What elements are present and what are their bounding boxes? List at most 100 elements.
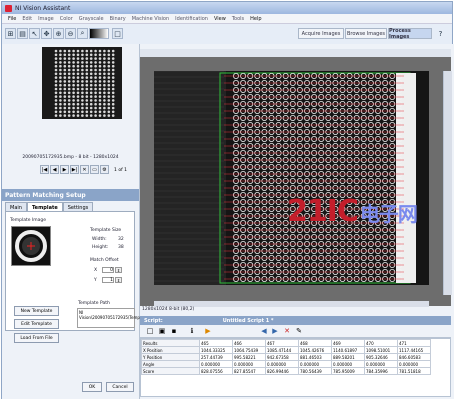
thumbnail-dot bbox=[107, 61, 111, 64]
offset-x-stepper[interactable]: ⇕ bbox=[115, 267, 122, 273]
thumbnail-dot bbox=[67, 49, 71, 53]
main-toolbar: ⊞ ▤ ↖ ✥ ⊕ ⊖ ⌕ □ Acquire Images Browse Im… bbox=[2, 24, 452, 45]
width-value: 32 bbox=[118, 237, 124, 242]
image-navigation: |◀ ◀ ▶ ▶| ✕ ▭ ⚙ bbox=[40, 165, 109, 174]
info-icon[interactable]: ℹ bbox=[188, 327, 196, 335]
thumbnail-dot bbox=[111, 61, 115, 64]
menu-identification[interactable]: Identification bbox=[175, 16, 208, 22]
mode-browse-images[interactable]: Browse Images bbox=[345, 28, 387, 39]
thumbnail-dot bbox=[94, 61, 97, 64]
vertical-scrollbar[interactable] bbox=[443, 71, 452, 295]
run-script-icon[interactable]: ▶ bbox=[204, 327, 212, 335]
open-icon[interactable]: ▤ bbox=[17, 28, 28, 39]
thumbnail-dot bbox=[98, 83, 102, 87]
thumbnail-dot bbox=[81, 91, 84, 95]
thumbnail-dot bbox=[94, 114, 97, 117]
window-icon[interactable]: □ bbox=[112, 28, 123, 39]
thumbnail-dot bbox=[98, 102, 102, 106]
zoom-out-icon[interactable]: ⊖ bbox=[65, 28, 76, 39]
thumbnail-dot bbox=[54, 64, 58, 68]
save-script-icon[interactable]: ▪ bbox=[170, 327, 178, 335]
zoom-fit-icon[interactable]: ⌕ bbox=[77, 28, 88, 39]
thumbnail-dot bbox=[85, 76, 89, 79]
thumbnail-dot bbox=[85, 114, 89, 117]
palette-icon[interactable] bbox=[89, 28, 109, 39]
thumbnail-dot bbox=[72, 64, 75, 68]
menu-color[interactable]: Color bbox=[60, 16, 73, 22]
thumbnail-dot bbox=[94, 110, 97, 114]
acquire-icon[interactable]: ⊞ bbox=[5, 28, 16, 39]
thumbnail-dot bbox=[59, 76, 62, 79]
table-cell: 881.46503 bbox=[298, 353, 332, 361]
load-from-file-button[interactable]: Load From File bbox=[14, 333, 59, 343]
delete-step-icon[interactable]: ✕ bbox=[283, 327, 291, 335]
menu-view[interactable]: View bbox=[214, 16, 226, 22]
menu-tools[interactable]: Tools bbox=[232, 16, 244, 22]
offset-y-field[interactable]: 1 bbox=[102, 277, 114, 283]
menu-help[interactable]: Help bbox=[250, 16, 261, 22]
template-size-label: Template Size bbox=[90, 228, 122, 233]
thumbnail-dot bbox=[85, 91, 89, 95]
thumbnail-dot bbox=[63, 57, 67, 60]
zoom-in-icon[interactable]: ⊕ bbox=[53, 28, 64, 39]
thumbnail-dot bbox=[76, 53, 80, 57]
page-number[interactable]: 1 bbox=[114, 168, 117, 173]
edit-step-icon[interactable]: ✎ bbox=[295, 327, 303, 335]
move-right-icon[interactable]: ▶ bbox=[271, 327, 279, 335]
first-image-button[interactable]: |◀ bbox=[40, 165, 49, 174]
cancel-button[interactable]: Cancel bbox=[106, 382, 134, 392]
new-script-icon[interactable]: □ bbox=[146, 327, 154, 335]
thumbnail-dot bbox=[72, 95, 75, 98]
image-settings-button[interactable]: ⚙ bbox=[100, 165, 109, 174]
thumbnail-dot bbox=[54, 87, 58, 91]
thumbnail-dot bbox=[67, 99, 71, 102]
thumbnail-dot bbox=[89, 91, 93, 95]
inspection-image[interactable] bbox=[154, 71, 429, 285]
new-template-button[interactable]: New Template bbox=[14, 306, 59, 316]
close-image-button[interactable]: ▭ bbox=[90, 165, 99, 174]
menu-machine-vision[interactable]: Machine Vision bbox=[132, 16, 169, 22]
thumbnail-dot bbox=[98, 95, 102, 98]
menu-file[interactable]: File bbox=[8, 16, 16, 22]
thumbnail-dot bbox=[94, 64, 97, 68]
help-icon[interactable]: ? bbox=[435, 28, 446, 39]
thumbnail-dot bbox=[63, 83, 67, 87]
menu-image[interactable]: Image bbox=[38, 16, 54, 22]
thumbnail-dots bbox=[42, 47, 122, 119]
offset-y-stepper[interactable]: ⇕ bbox=[115, 277, 122, 283]
ok-button[interactable]: OK bbox=[82, 382, 102, 392]
previous-image-button[interactable]: ◀ bbox=[50, 165, 59, 174]
thumbnail-dot bbox=[72, 49, 75, 53]
thumbnail-dot bbox=[85, 72, 89, 76]
thumbnail-dot bbox=[107, 87, 111, 91]
column-header: 470 bbox=[364, 339, 398, 347]
offset-x-field[interactable]: 0 bbox=[102, 267, 114, 273]
thumbnail-dot bbox=[81, 64, 84, 68]
mode-acquire-images[interactable]: Acquire Images bbox=[298, 28, 344, 39]
thumbnail-dot bbox=[72, 102, 75, 106]
next-image-button[interactable]: ▶ bbox=[60, 165, 69, 174]
thumbnail-dot bbox=[72, 110, 75, 114]
menu-binary[interactable]: Binary bbox=[110, 16, 126, 22]
thumbnail-dot bbox=[81, 61, 84, 64]
menu-grayscale[interactable]: Grayscale bbox=[79, 16, 104, 22]
pointer-icon[interactable]: ↖ bbox=[29, 28, 40, 39]
delete-image-button[interactable]: ✕ bbox=[80, 165, 89, 174]
mode-process-images[interactable]: Process Images bbox=[388, 28, 432, 40]
open-script-icon[interactable]: ▣ bbox=[158, 327, 166, 335]
title-bar: NI Vision Assistant bbox=[2, 2, 452, 14]
move-left-icon[interactable]: ◀ bbox=[260, 327, 268, 335]
image-viewer[interactable]: 21IC 电子网 bbox=[140, 49, 452, 307]
image-thumbnail[interactable] bbox=[42, 47, 122, 119]
menu-edit[interactable]: Edit bbox=[22, 16, 32, 22]
last-image-button[interactable]: ▶| bbox=[70, 165, 79, 174]
horizontal-scrollbar[interactable] bbox=[154, 301, 429, 307]
thumbnail-dot bbox=[85, 99, 89, 102]
pan-icon[interactable]: ✥ bbox=[41, 28, 52, 39]
thumbnail-dot bbox=[59, 110, 62, 114]
edit-template-button[interactable]: Edit Template bbox=[14, 319, 59, 329]
results-header-label: Results bbox=[141, 339, 200, 347]
template-path-field[interactable]: NI Vision\20090705172935\Template.png bbox=[77, 308, 156, 328]
thumbnail-dot bbox=[98, 91, 102, 95]
thumbnail-dot bbox=[76, 87, 80, 91]
